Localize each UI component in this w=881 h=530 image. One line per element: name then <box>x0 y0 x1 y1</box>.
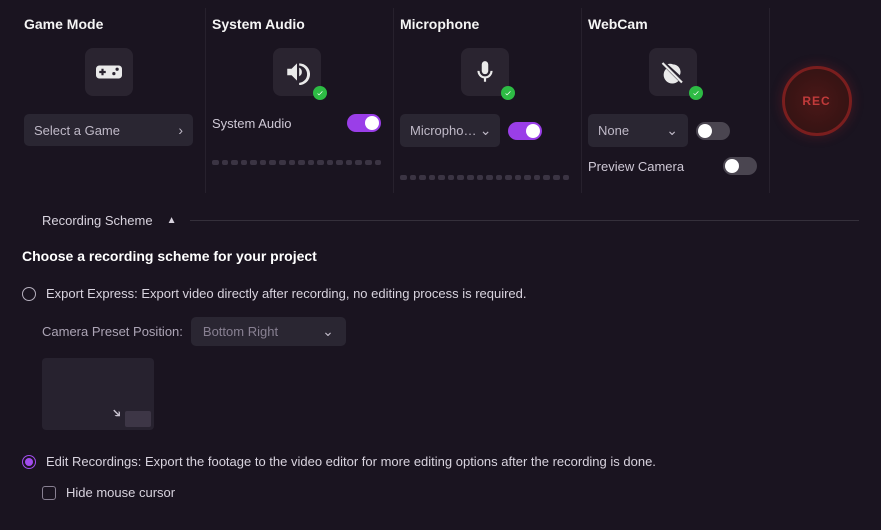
system-audio-toggle-label: System Audio <box>212 116 339 131</box>
edit-recordings-label: Edit Recordings: Export the footage to t… <box>46 454 656 469</box>
game-mode-column: Game Mode Select a Game › <box>18 8 206 193</box>
radio-icon <box>22 287 36 301</box>
webcam-column: WebCam None ⌄ Preview Camera <box>582 8 770 193</box>
chevron-down-icon: ⌄ <box>666 122 678 139</box>
recording-scheme-header[interactable]: Recording Scheme ▲ <box>0 203 881 234</box>
camera-preset-dropdown[interactable]: Bottom Right ⌄ <box>191 317 346 346</box>
top-panel: Game Mode Select a Game › System Audio S… <box>0 0 881 197</box>
scheme-prompt: Choose a recording scheme for your proje… <box>22 248 859 264</box>
camera-preset-preview: ➔ <box>42 358 154 430</box>
microphone-title: Microphone <box>400 16 479 32</box>
system-audio-toggle[interactable] <box>347 114 381 132</box>
camera-position-indicator <box>125 411 151 427</box>
caret-up-icon: ▲ <box>167 215 177 226</box>
chevron-right-icon: › <box>178 122 183 138</box>
export-express-radio[interactable]: Export Express: Export video directly af… <box>22 286 859 301</box>
recording-scheme-body: Choose a recording scheme for your proje… <box>0 234 881 516</box>
preview-camera-toggle[interactable] <box>723 157 757 175</box>
gamepad-icon <box>85 48 133 96</box>
divider <box>190 220 859 221</box>
hide-mouse-checkbox-row[interactable]: Hide mouse cursor <box>22 485 859 500</box>
select-game-label: Select a Game <box>34 123 120 138</box>
microphone-meter <box>400 175 569 180</box>
recording-scheme-label: Recording Scheme <box>42 213 153 228</box>
microphone-toggle[interactable] <box>508 122 542 140</box>
webcam-dropdown[interactable]: None ⌄ <box>588 114 688 147</box>
checkbox-icon <box>42 486 56 500</box>
camera-preset-label: Camera Preset Position: <box>42 324 183 339</box>
hide-mouse-label: Hide mouse cursor <box>66 485 175 500</box>
export-express-label: Export Express: Export video directly af… <box>46 286 527 301</box>
camera-preset-value: Bottom Right <box>203 324 278 339</box>
radio-selected-icon <box>22 455 36 469</box>
record-button[interactable]: REC <box>782 66 852 136</box>
arrow-icon: ➔ <box>108 404 125 421</box>
microphone-select-label: Microphone A <box>410 123 480 138</box>
game-mode-title: Game Mode <box>24 16 103 32</box>
webcam-off-icon <box>649 48 697 96</box>
speaker-icon <box>273 48 321 96</box>
check-badge-icon <box>501 86 515 100</box>
check-badge-icon <box>313 86 327 100</box>
chevron-down-icon: ⌄ <box>480 122 490 139</box>
chevron-down-icon: ⌄ <box>322 323 334 340</box>
camera-preset-block: Camera Preset Position: Bottom Right ⌄ ➔ <box>22 317 859 430</box>
webcam-toggle[interactable] <box>696 122 730 140</box>
system-audio-meter <box>212 160 381 165</box>
microphone-column: Microphone Microphone A ⌄ <box>394 8 582 193</box>
system-audio-title: System Audio <box>212 16 305 32</box>
preview-camera-label: Preview Camera <box>588 159 715 174</box>
select-game-dropdown[interactable]: Select a Game › <box>24 114 193 146</box>
microphone-dropdown[interactable]: Microphone A ⌄ <box>400 114 500 147</box>
edit-recordings-radio[interactable]: Edit Recordings: Export the footage to t… <box>22 454 859 469</box>
system-audio-column: System Audio System Audio <box>206 8 394 193</box>
webcam-title: WebCam <box>588 16 648 32</box>
microphone-icon <box>461 48 509 96</box>
record-column: REC <box>770 8 863 193</box>
webcam-select-label: None <box>598 123 629 138</box>
check-badge-icon <box>689 86 703 100</box>
